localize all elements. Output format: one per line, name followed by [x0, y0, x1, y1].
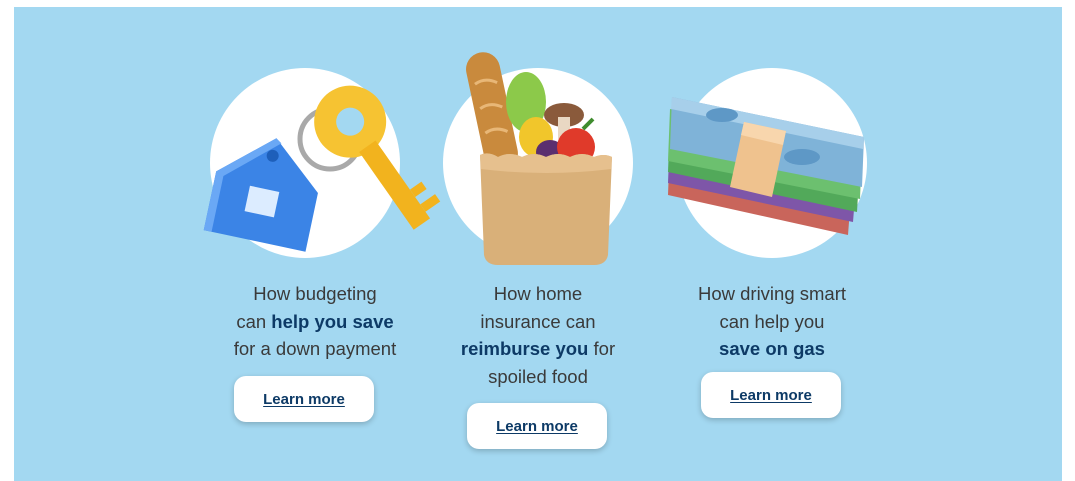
- caption-highlight: help you save: [271, 310, 394, 332]
- learn-more-button[interactable]: Learn more: [467, 403, 607, 449]
- card-driving-smart: How driving smart can help you save on gas…: [652, 7, 892, 481]
- card-budgeting: How budgeting can help you save for a down…: [195, 7, 441, 481]
- card-caption: How home insurance can reimburse you for sp…: [408, 280, 668, 390]
- money-stack-icon: [668, 97, 864, 235]
- card-caption: How driving smart can help you save on gas: [642, 280, 902, 363]
- caption-text: insurance can: [480, 310, 596, 332]
- learn-more-link[interactable]: Learn more: [263, 391, 345, 408]
- caption-text: can help you: [719, 310, 825, 332]
- caption-text: How home: [493, 283, 583, 304]
- learn-more-button[interactable]: Learn more: [701, 372, 841, 418]
- card-caption: How budgeting can help you save for a down…: [185, 280, 445, 363]
- caption-highlight: reimburse you: [460, 338, 589, 359]
- learn-more-link[interactable]: Learn more: [496, 418, 578, 435]
- caption-text: How driving smart: [697, 283, 847, 304]
- caption-text: for: [588, 338, 616, 359]
- promo-panel: How budgeting can help you save for a down…: [14, 7, 1062, 481]
- caption-text: can: [236, 310, 272, 332]
- learn-more-button[interactable]: Learn more: [234, 376, 374, 422]
- caption-text: How budgeting: [253, 283, 377, 304]
- caption-highlight: save on gas: [719, 338, 825, 359]
- caption-text: spoiled food: [488, 365, 588, 387]
- card-home-insurance: How home insurance can reimburse you for sp…: [418, 7, 658, 481]
- house-keys-icon: [203, 85, 441, 252]
- grocery-bag-icon: [466, 52, 612, 265]
- caption-text: for a down payment: [233, 338, 397, 359]
- learn-more-link[interactable]: Learn more: [730, 387, 812, 404]
